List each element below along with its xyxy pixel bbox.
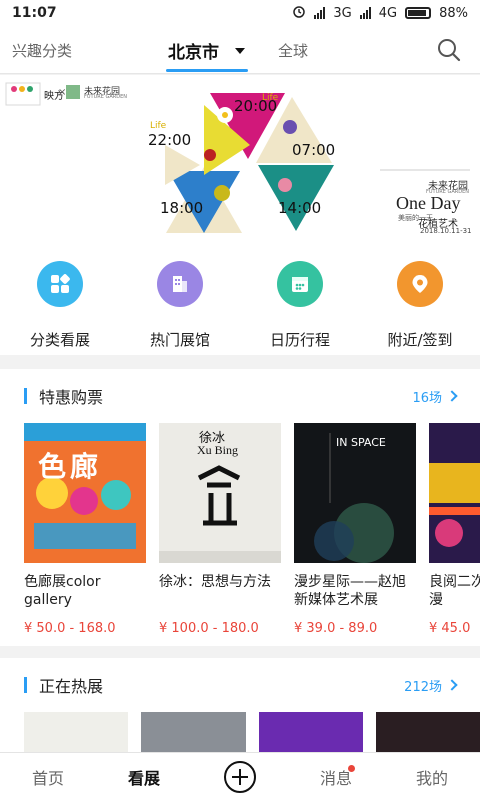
- ticket-section-header: 特惠购票 16场: [0, 369, 480, 423]
- exhibition-name: 徐冰：思想与方法: [159, 574, 271, 590]
- time-label-5: 22:00: [148, 131, 192, 149]
- tab-interest-categories[interactable]: 兴趣分类: [12, 40, 72, 61]
- poster-subtitle: Xu Bing: [197, 443, 239, 457]
- poster-title: IN SPACE: [336, 436, 386, 449]
- hot-poster[interactable]: [375, 712, 480, 752]
- time-label-3: 14:00: [278, 199, 322, 217]
- exhibition-price: ¥ 39.0 - 89.0: [294, 621, 378, 636]
- city-selector[interactable]: 北京市: [168, 38, 245, 63]
- calendar-icon: [277, 261, 323, 307]
- network-label-2: 4G: [378, 5, 398, 21]
- tab-add[interactable]: [192, 753, 288, 800]
- time-label-2: 07:00: [292, 141, 336, 159]
- status-bar: 11:07 3G 4G 88%: [0, 0, 480, 26]
- section-accent-bar: [24, 677, 27, 693]
- entry-label: 日历行程: [269, 331, 330, 349]
- ticket-card-list: 色廊 色廊展color gallery ¥ 50.0 - 168.0 徐冰 Xu…: [0, 423, 480, 636]
- partner-logo-right-en: FUTURE GARDEN: [84, 94, 127, 100]
- event-date: 2018.10.11-31: [420, 227, 472, 235]
- battery-icon: [405, 7, 432, 19]
- tab-messages[interactable]: 消息: [288, 753, 384, 800]
- hot-poster[interactable]: [141, 712, 246, 752]
- unread-badge: [348, 765, 355, 772]
- promo-banner[interactable]: 映方 × 未来花园 FUTURE GARDEN Life 20:00 07:00…: [0, 75, 480, 245]
- tab-global[interactable]: 全球: [278, 40, 308, 61]
- hot-poster[interactable]: [24, 712, 129, 752]
- top-nav: 兴趣分类 北京市 全球: [0, 26, 480, 74]
- entry-label: 附近/签到: [387, 331, 453, 349]
- building-icon: [157, 261, 203, 307]
- exhibition-name: 漫步星际——赵旭新媒体艺术展: [294, 574, 406, 608]
- chevron-right-icon: [446, 390, 458, 402]
- category-icon: [37, 261, 83, 307]
- ticket-card[interactable]: 良阅二次元圣节动漫 ¥ 45.0: [429, 423, 480, 636]
- chevron-down-icon: [235, 47, 245, 54]
- section-accent-bar: [24, 388, 27, 404]
- network-label-1: 3G: [333, 5, 352, 21]
- entry-nearby-checkin[interactable]: 附近/签到: [360, 245, 480, 355]
- ticket-card[interactable]: IN SPACE 漫步星际——赵旭新媒体艺术展 ¥ 39.0 - 89.0: [294, 423, 416, 636]
- signal-icon: [314, 7, 326, 19]
- section-count: 16场: [412, 390, 442, 406]
- exhibition-name: 色廊展color gallery: [24, 574, 101, 608]
- quick-entries: 分类看展 热门展馆 日历行程 附近/签到: [0, 245, 480, 355]
- cross-symbol: ×: [58, 87, 67, 98]
- ticket-section: 特惠购票 16场 色廊 色廊展color gallery ¥ 50.0 - 16…: [0, 369, 480, 646]
- battery-level: 88%: [439, 5, 468, 21]
- tab-exhibitions[interactable]: 看展: [96, 753, 192, 800]
- chevron-right-icon: [446, 679, 458, 691]
- exhibition-name: 良阅二次元圣节动漫: [429, 574, 480, 608]
- section-count: 212场: [404, 679, 442, 695]
- search-icon[interactable]: [436, 37, 462, 63]
- time-label-1: 20:00: [234, 97, 278, 115]
- alarm-icon: [292, 4, 306, 22]
- active-tab-indicator: [166, 69, 248, 72]
- entry-hot-venues[interactable]: 热门展馆: [120, 245, 240, 355]
- tab-home[interactable]: 首页: [0, 753, 96, 800]
- ticket-card[interactable]: 色廊 色廊展color gallery ¥ 50.0 - 168.0: [24, 423, 146, 636]
- entry-calendar[interactable]: 日历行程: [240, 245, 360, 355]
- poster-image: 徐冰 Xu Bing: [159, 423, 281, 563]
- section-title: 正在热展: [39, 677, 104, 696]
- entry-categories[interactable]: 分类看展: [0, 245, 120, 355]
- hot-card-list: [0, 712, 480, 752]
- bottom-tab-bar: 首页 看展 消息 我的: [0, 752, 480, 800]
- add-icon: [224, 760, 256, 793]
- hot-poster[interactable]: [258, 712, 363, 752]
- time-label-life-5: Life: [150, 121, 167, 131]
- entry-label: 热门展馆: [149, 331, 210, 349]
- status-time: 11:07: [12, 5, 57, 21]
- event-title: One Day: [396, 193, 461, 213]
- exhibition-price: ¥ 100.0 - 180.0: [159, 621, 259, 636]
- exhibition-price: ¥ 45.0: [429, 621, 471, 636]
- signal-icon-2: [359, 7, 371, 19]
- tab-mine[interactable]: 我的: [384, 753, 480, 800]
- poster-image: 色廊: [24, 423, 146, 563]
- hot-more-link[interactable]: 212场: [404, 676, 458, 695]
- poster-image: IN SPACE: [294, 423, 416, 563]
- hot-section: 正在热展 212场: [0, 658, 480, 752]
- entry-label: 分类看展: [29, 331, 90, 349]
- hot-section-header: 正在热展 212场: [0, 658, 480, 712]
- city-label: 北京市: [168, 43, 219, 63]
- ticket-more-link[interactable]: 16场: [412, 387, 458, 406]
- exhibition-price: ¥ 50.0 - 168.0: [24, 621, 116, 636]
- section-title: 特惠购票: [39, 388, 104, 407]
- time-label-4: 18:00: [160, 199, 204, 217]
- poster-image: [429, 423, 480, 563]
- location-icon: [397, 261, 443, 307]
- poster-title: 色廊: [38, 450, 103, 483]
- ticket-card[interactable]: 徐冰 Xu Bing 徐冰：思想与方法 ¥ 100.0 - 180.0: [159, 423, 281, 636]
